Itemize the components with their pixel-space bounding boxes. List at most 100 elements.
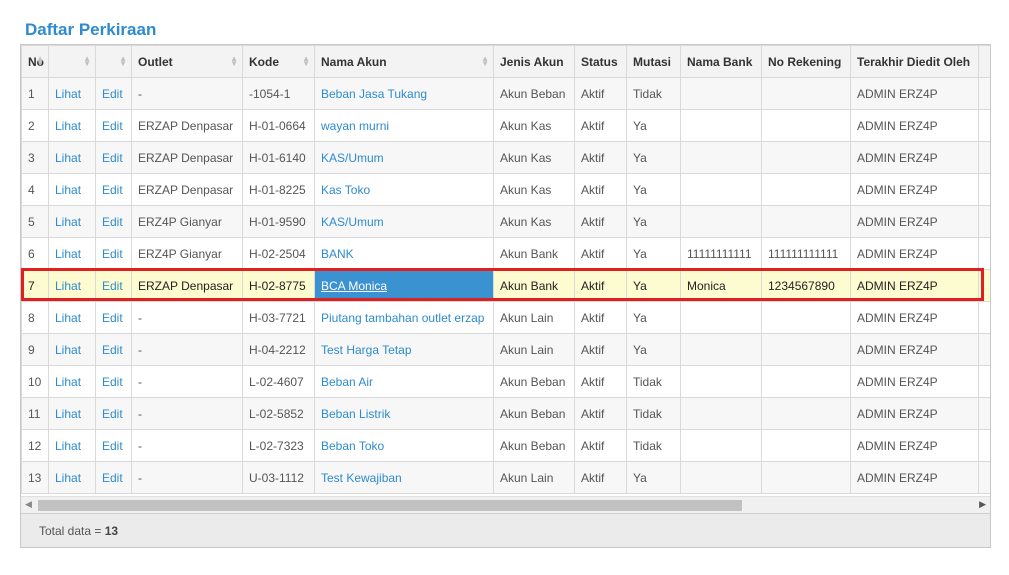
column-header-kode[interactable]: Kode ▲ ▼ xyxy=(242,45,315,78)
account-name-cell[interactable]: KAS/Umum xyxy=(314,141,494,174)
edit-link[interactable]: Edit xyxy=(102,119,123,133)
account-name-cell[interactable]: Beban Toko xyxy=(314,429,494,462)
view-cell[interactable]: Lihat xyxy=(48,173,96,206)
edit-link[interactable]: Edit xyxy=(102,87,123,101)
column-header-action-1[interactable]: ▲ ▼ xyxy=(48,45,96,78)
edit-cell[interactable]: Edit xyxy=(95,397,132,430)
view-cell[interactable]: Lihat xyxy=(48,77,96,110)
edit-link[interactable]: Edit xyxy=(102,439,123,453)
account-name-link[interactable]: Beban Air xyxy=(321,375,373,389)
view-link[interactable]: Lihat xyxy=(55,247,81,261)
account-name-cell[interactable]: Beban Jasa Tukang xyxy=(314,77,494,110)
column-header-outlet[interactable]: Outlet ▲ ▼ xyxy=(131,45,243,78)
edit-link[interactable]: Edit xyxy=(102,215,123,229)
edit-link[interactable]: Edit xyxy=(102,311,123,325)
table-row[interactable]: 11 Lihat Edit - L-02-5852 Beban Listrik Akun B… xyxy=(21,397,990,430)
column-header-no[interactable]: No ▲ ▼ xyxy=(21,45,49,78)
view-link[interactable]: Lihat xyxy=(55,279,81,293)
column-header-terakhir-diedit-oleh[interactable]: Terakhir Diedit Oleh xyxy=(850,45,979,78)
table-row[interactable]: 2 Lihat Edit ERZAP Denpasar H-01-0664 wayan m… xyxy=(21,109,990,142)
edit-cell[interactable]: Edit xyxy=(95,205,132,238)
sort-icon[interactable]: ▲ ▼ xyxy=(302,55,310,68)
view-cell[interactable]: Lihat xyxy=(48,205,96,238)
table-row[interactable]: 13 Lihat Edit - U-03-1112 Test Kewajiban Akun … xyxy=(21,461,990,494)
view-link[interactable]: Lihat xyxy=(55,471,81,485)
column-header-nama-bank[interactable]: Nama Bank xyxy=(680,45,762,78)
view-link[interactable]: Lihat xyxy=(55,311,81,325)
sort-icon[interactable]: ▲ ▼ xyxy=(119,55,127,68)
view-cell[interactable]: Lihat xyxy=(48,141,96,174)
view-link[interactable]: Lihat xyxy=(55,439,81,453)
table-row[interactable]: 10 Lihat Edit - L-02-4607 Beban Air Akun Beban… xyxy=(21,365,990,398)
table-row[interactable]: 1 Lihat Edit - -1054-1 Beban Jasa Tukang Akun … xyxy=(21,77,990,110)
edit-link[interactable]: Edit xyxy=(102,279,123,293)
edit-link[interactable]: Edit xyxy=(102,407,123,421)
edit-cell[interactable]: Edit xyxy=(95,429,132,462)
edit-link[interactable]: Edit xyxy=(102,151,123,165)
table-row[interactable]: 6 Lihat Edit ERZ4P Gianyar H-02-2504 BANK Akun… xyxy=(21,237,990,270)
scrollbar-thumb[interactable] xyxy=(38,500,742,511)
view-link[interactable]: Lihat xyxy=(55,151,81,165)
account-name-link[interactable]: Test Harga Tetap xyxy=(321,343,412,357)
edit-link[interactable]: Edit xyxy=(102,471,123,485)
account-name-link[interactable]: BCA Monica xyxy=(321,279,387,293)
account-name-link[interactable]: Piutang tambahan outlet erzap xyxy=(321,311,484,325)
table-row[interactable]: 3 Lihat Edit ERZAP Denpasar H-01-6140 KAS/Umu… xyxy=(21,141,990,174)
column-header-no-rekening[interactable]: No Rekening xyxy=(761,45,851,78)
table-row-selected[interactable]: 7 Lihat Edit ERZAP Denpasar H-02-8775 BCA Mon… xyxy=(21,269,990,302)
scroll-left-icon[interactable]: ◀ xyxy=(25,499,32,510)
edit-link[interactable]: Edit xyxy=(102,183,123,197)
view-cell[interactable]: Lihat xyxy=(48,301,96,334)
column-header-nama-akun[interactable]: Nama Akun ▲ ▼ xyxy=(314,45,494,78)
account-name-cell[interactable]: Kas Toko xyxy=(314,173,494,206)
view-cell[interactable]: Lihat xyxy=(48,461,96,494)
view-link[interactable]: Lihat xyxy=(55,215,81,229)
edit-cell[interactable]: Edit xyxy=(95,141,132,174)
column-header-action-2[interactable]: ▲ ▼ xyxy=(95,45,132,78)
column-header-jenis-akun[interactable]: Jenis Akun xyxy=(493,45,575,78)
view-cell[interactable]: Lihat xyxy=(48,237,96,270)
view-cell[interactable]: Lihat xyxy=(48,365,96,398)
edit-cell[interactable]: Edit xyxy=(95,269,132,302)
view-link[interactable]: Lihat xyxy=(55,119,81,133)
account-name-cell[interactable]: KAS/Umum xyxy=(314,205,494,238)
table-row[interactable]: 9 Lihat Edit - H-04-2212 Test Harga Tetap Akun… xyxy=(21,333,990,366)
account-name-link[interactable]: Beban Toko xyxy=(321,439,384,453)
view-cell[interactable]: Lihat xyxy=(48,333,96,366)
account-name-cell[interactable]: BCA Monica xyxy=(314,269,494,302)
view-cell[interactable]: Lihat xyxy=(48,429,96,462)
account-name-cell[interactable]: Piutang tambahan outlet erzap xyxy=(314,301,494,334)
account-name-link[interactable]: KAS/Umum xyxy=(321,215,384,229)
edit-cell[interactable]: Edit xyxy=(95,237,132,270)
edit-cell[interactable]: Edit xyxy=(95,461,132,494)
edit-cell[interactable]: Edit xyxy=(95,365,132,398)
table-row[interactable]: 8 Lihat Edit - H-03-7721 Piutang tambahan out… xyxy=(21,301,990,334)
column-header-status[interactable]: Status xyxy=(574,45,627,78)
account-name-cell[interactable]: BANK xyxy=(314,237,494,270)
sort-icon[interactable]: ▲ ▼ xyxy=(481,55,489,68)
account-name-cell[interactable]: Beban Air xyxy=(314,365,494,398)
account-name-cell[interactable]: Test Harga Tetap xyxy=(314,333,494,366)
account-name-cell[interactable]: Beban Listrik xyxy=(314,397,494,430)
account-name-link[interactable]: BANK xyxy=(321,247,354,261)
account-name-link[interactable]: Test Kewajiban xyxy=(321,471,402,485)
sort-icon[interactable]: ▲ ▼ xyxy=(83,55,91,68)
edit-cell[interactable]: Edit xyxy=(95,77,132,110)
scroll-right-icon[interactable]: ▶ xyxy=(979,499,986,510)
horizontal-scrollbar[interactable]: ◀ ▶ xyxy=(21,496,990,514)
account-name-link[interactable]: Beban Jasa Tukang xyxy=(321,87,427,101)
column-header-mutasi[interactable]: Mutasi xyxy=(626,45,681,78)
edit-cell[interactable]: Edit xyxy=(95,333,132,366)
view-link[interactable]: Lihat xyxy=(55,375,81,389)
account-name-cell[interactable]: wayan murni xyxy=(314,109,494,142)
edit-cell[interactable]: Edit xyxy=(95,173,132,206)
view-cell[interactable]: Lihat xyxy=(48,269,96,302)
edit-link[interactable]: Edit xyxy=(102,375,123,389)
view-link[interactable]: Lihat xyxy=(55,407,81,421)
edit-cell[interactable]: Edit xyxy=(95,301,132,334)
view-link[interactable]: Lihat xyxy=(55,87,81,101)
edit-link[interactable]: Edit xyxy=(102,247,123,261)
view-link[interactable]: Lihat xyxy=(55,183,81,197)
view-cell[interactable]: Lihat xyxy=(48,397,96,430)
edit-cell[interactable]: Edit xyxy=(95,109,132,142)
